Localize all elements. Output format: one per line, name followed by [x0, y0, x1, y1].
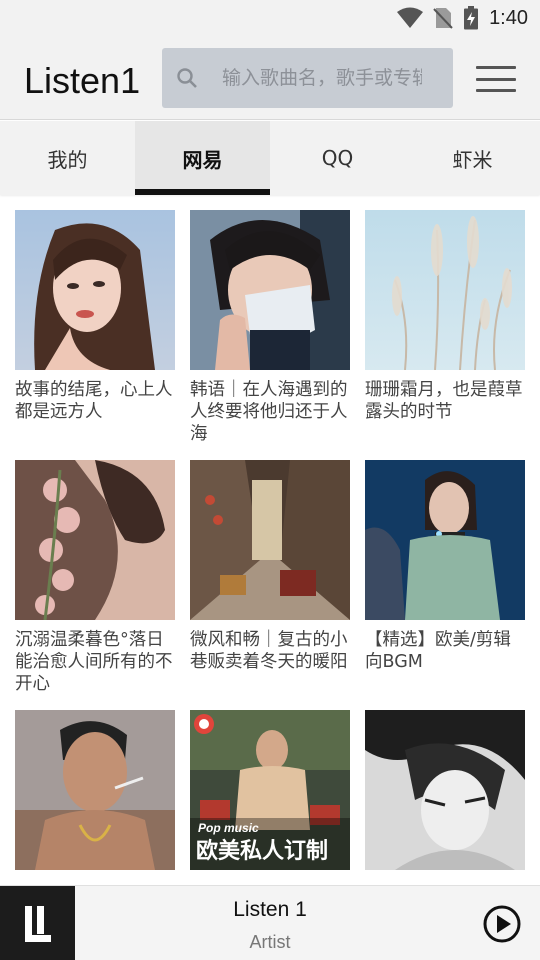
- app-title: Listen1: [24, 60, 141, 101]
- playlist-title: 【精选】欧美/剪辑向BGM: [365, 630, 511, 672]
- app-bar: Listen1: [0, 36, 540, 120]
- search-icon: [177, 68, 197, 88]
- playlist-title: 微风和畅｜复古的小巷贩卖着冬天的暖阳: [190, 630, 348, 672]
- playlist-cover: [365, 460, 525, 620]
- playlist-card[interactable]: 微风和畅｜复古的小巷贩卖着冬天的暖阳: [190, 460, 350, 700]
- playlist-card[interactable]: 珊珊霜月，也是葭草露头的时节: [365, 210, 525, 450]
- playlist-cover: [190, 460, 350, 620]
- search-input[interactable]: [222, 67, 422, 89]
- tab-qq[interactable]: QQ: [270, 121, 405, 195]
- hamburger-menu-icon[interactable]: [476, 66, 516, 92]
- playlist-title: 故事的结尾，心上人都是远方人: [15, 380, 173, 422]
- track-artist: Artist: [249, 932, 291, 952]
- mini-player[interactable]: Listen 1 Artist: [0, 885, 540, 960]
- no-sim-icon: [433, 8, 453, 29]
- playlist-card[interactable]: Pop music 欧美私人订制: [190, 710, 350, 885]
- tab-xiami[interactable]: 虾米: [405, 121, 540, 195]
- playlist-cover: [365, 710, 525, 870]
- playlist-title: 珊珊霜月，也是葭草露头的时节: [365, 380, 523, 422]
- wifi-icon: [397, 7, 424, 28]
- cover-caption-large: 欧美私人订制: [196, 838, 328, 864]
- app-logo[interactable]: [0, 886, 75, 960]
- tab-mine[interactable]: 我的: [0, 121, 135, 195]
- track-title: Listen 1: [233, 898, 307, 921]
- playlist-cover: [15, 210, 175, 370]
- playlist-cover: [15, 710, 175, 870]
- playlist-card[interactable]: [365, 710, 525, 885]
- playlist-title: 韩语｜在人海遇到的人终要将他归还于人海: [190, 380, 348, 444]
- tab-netease[interactable]: 网易: [135, 121, 270, 195]
- playlist-cover: Pop music 欧美私人订制: [190, 710, 350, 870]
- listen1-logo-icon: [24, 905, 51, 942]
- playlist-cover: [365, 210, 525, 370]
- play-icon[interactable]: [482, 904, 522, 944]
- playlist-card[interactable]: 沉溺温柔暮色°落日能治愈人间所有的不开心: [15, 460, 175, 700]
- playlist-cover: [190, 210, 350, 370]
- playlist-card[interactable]: 韩语｜在人海遇到的人终要将他归还于人海: [190, 210, 350, 450]
- status-bar: 1:40: [0, 0, 540, 36]
- playlist-cover: [15, 460, 175, 620]
- status-time: 1:40: [489, 6, 528, 29]
- playlist-title: 沉溺温柔暮色°落日能治愈人间所有的不开心: [15, 630, 173, 694]
- playlist-card[interactable]: [15, 710, 175, 885]
- search-box[interactable]: [162, 48, 453, 108]
- cover-caption-small: Pop music: [198, 821, 259, 835]
- playlist-grid: 故事的结尾，心上人都是远方人 韩语｜在人海遇到的人终要将他归还于人海 珊珊霜月，…: [15, 210, 525, 885]
- playlist-card[interactable]: 故事的结尾，心上人都是远方人: [15, 210, 175, 450]
- source-tabs: 我的 网易 QQ 虾米: [0, 121, 540, 195]
- playlist-card[interactable]: 【精选】欧美/剪辑向BGM: [365, 460, 525, 700]
- battery-charging-icon: [464, 6, 479, 30]
